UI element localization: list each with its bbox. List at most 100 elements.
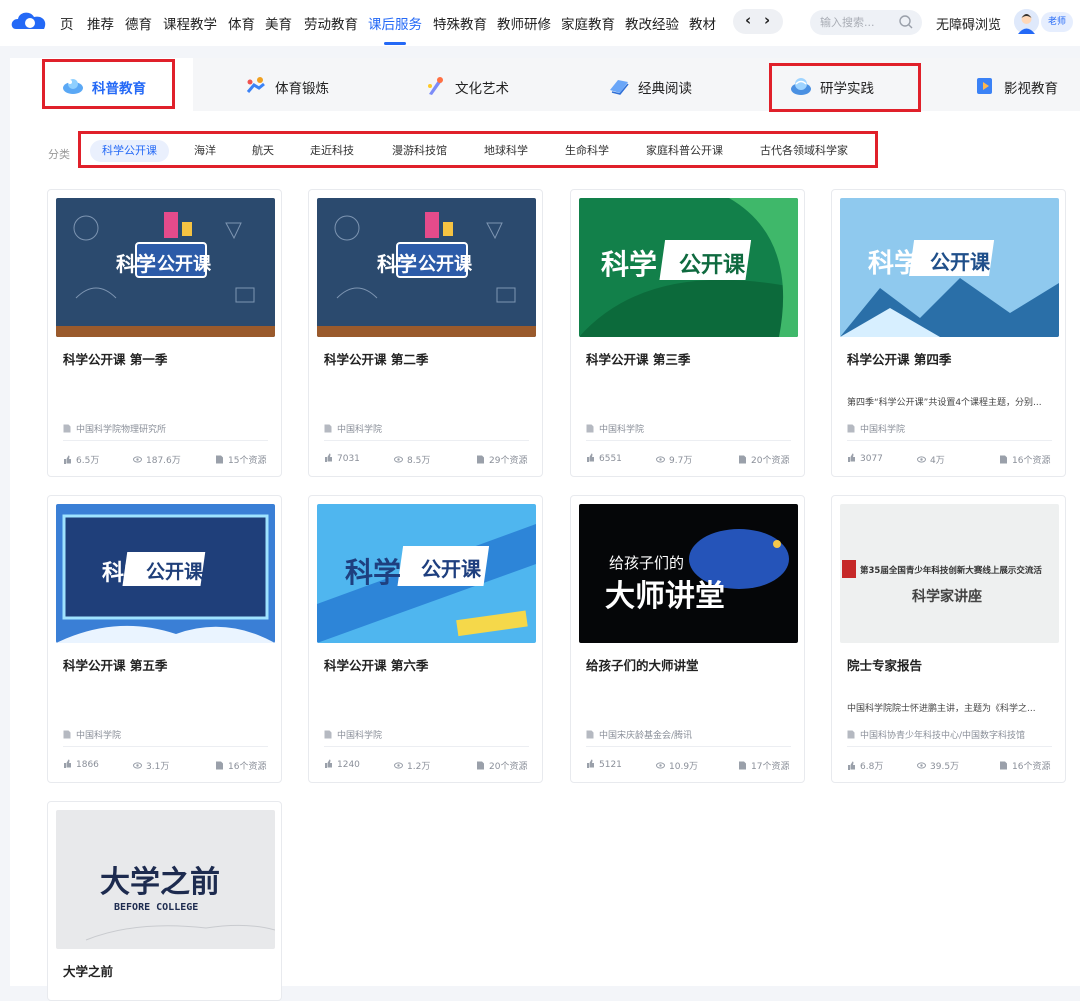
nav-scroll-controls: ‹ ›	[733, 9, 783, 34]
course-thumbnail[interactable]: 大学之前 BEFORE COLLEGE	[56, 810, 275, 949]
svg-text:公开课: 公开课	[418, 254, 473, 275]
card-divider	[63, 746, 268, 747]
publisher-name: 中国科协青少年科技中心/中国数字科技馆	[860, 731, 1026, 741]
course-thumbnail[interactable]: 科学 公开课	[317, 198, 536, 337]
avatar[interactable]	[1014, 9, 1039, 34]
tab-film-education[interactable]: 影视教育	[916, 58, 1080, 111]
course-card[interactable]: 科学 公开课 科学公开课 第六季中国科学院 1240 1.2万 20个资源	[308, 495, 543, 783]
course-thumbnail[interactable]: 第35届全国青少年科技创新大赛线上展示交流活 科学家讲座	[840, 504, 1059, 643]
chevron-left-icon[interactable]: ‹	[745, 11, 751, 29]
nav-item-textbooks[interactable]: 教材	[689, 13, 716, 33]
highlight-box-study-practice-tab	[769, 63, 921, 112]
publisher-name: 中国科学院	[337, 731, 383, 741]
course-publisher: 中国科学院	[324, 422, 382, 435]
like-count-value: 6.5万	[76, 456, 100, 466]
eye-icon	[917, 762, 926, 769]
search-icon[interactable]	[898, 14, 914, 30]
course-card[interactable]: 科学 公开课 科学公开课 第四季第四季“科学公开课”共设置4个课程主题，分别..…	[831, 189, 1066, 477]
view-count: 3.1万	[133, 759, 169, 772]
nav-item-labor[interactable]: 劳动教育	[304, 13, 358, 33]
svg-text:大师讲堂: 大师讲堂	[605, 579, 725, 614]
course-card[interactable]: 科学 公开课 科学公开课 第三季 中国科学院 6551 9.7万 20个资源	[570, 189, 805, 477]
nav-item-arts[interactable]: 美育	[265, 13, 292, 33]
svg-text:公开课: 公开课	[930, 250, 991, 274]
course-card[interactable]: 科学 公开课 科学公开课 第一季 中国科学院物理研究所 6.5万 187.6万 1…	[47, 189, 282, 477]
course-card[interactable]: 科学 公开课 科学公开课 第五季中国科学院 1866 3.1万 16个资源	[47, 495, 282, 783]
course-publisher: 中国科学院	[63, 728, 121, 741]
file-icon	[739, 761, 746, 770]
publisher-name: 中国科学院	[76, 731, 122, 741]
eye-icon	[917, 456, 926, 463]
course-card[interactable]: 给孩子们的 大师讲堂 给孩子们的大师讲堂 中国宋庆龄基金会/腾讯 5121 10.…	[570, 495, 805, 783]
like-icon	[848, 453, 855, 462]
nav-item-special-ed[interactable]: 特殊教育	[433, 13, 487, 33]
course-description: 第四季“科学公开课”共设置4个课程主题，分别...	[847, 398, 1042, 408]
chevron-right-icon[interactable]: ›	[764, 11, 770, 29]
highlight-box-science-tab	[42, 59, 175, 109]
nav-item-sports[interactable]: 体育	[228, 13, 255, 33]
nav-item-teacher-training[interactable]: 教师研修	[497, 13, 551, 33]
like-count: 6.8万	[847, 759, 883, 772]
like-count: 3077	[847, 453, 883, 464]
eye-icon	[394, 762, 403, 769]
course-title[interactable]: 科学公开课 第四季	[847, 349, 951, 368]
course-stats: 1240 1.2万 20个资源	[324, 759, 533, 772]
course-stats: 1866 3.1万 16个资源	[63, 759, 272, 772]
course-title[interactable]: 科学公开课 第六季	[324, 655, 428, 674]
tab-physical-exercise[interactable]: 体育锻炼	[193, 58, 373, 111]
course-title[interactable]: 大学之前	[63, 961, 113, 980]
card-divider	[586, 440, 791, 441]
view-count: 39.5万	[917, 759, 959, 772]
svg-text:科学: 科学	[868, 248, 920, 279]
document-icon	[847, 730, 855, 739]
course-title[interactable]: 科学公开课 第三季	[586, 349, 690, 368]
course-publisher: 中国科学院	[847, 422, 905, 435]
course-title[interactable]: 科学公开课 第五季	[63, 655, 167, 674]
course-card[interactable]: 科学 公开课 科学公开课 第二季 中国科学院 7031 8.5万 29个资源	[308, 189, 543, 477]
film-icon	[977, 78, 992, 94]
accessibility-link[interactable]: 无障碍浏览	[936, 14, 1001, 33]
resource-count: 17个资源	[738, 759, 789, 772]
nav-item-recommend[interactable]: 推荐	[87, 13, 114, 33]
nav-item-moral[interactable]: 德育	[125, 13, 152, 33]
course-thumbnail[interactable]: 科学 公开课	[579, 198, 798, 337]
course-card[interactable]: 大学之前 BEFORE COLLEGE 大学之前	[47, 801, 282, 1001]
card-divider	[63, 440, 268, 441]
course-card[interactable]: 第35届全国青少年科技创新大赛线上展示交流活 科学家讲座 院士专家报告 中国科学院…	[831, 495, 1066, 783]
resource-count-value: 20个资源	[489, 762, 528, 772]
course-thumbnail[interactable]: 科学 公开课	[317, 504, 536, 643]
publisher-name: 中国科学院	[337, 425, 383, 435]
tab-culture-art[interactable]: 文化艺术	[373, 58, 556, 111]
like-icon	[325, 453, 332, 462]
paintbrush-icon	[428, 77, 443, 95]
site-logo-icon[interactable]	[10, 9, 50, 35]
nav-item-family-ed[interactable]: 家庭教育	[561, 13, 615, 33]
svg-text:大学之前: 大学之前	[100, 865, 220, 900]
course-thumbnail[interactable]: 给孩子们的 大师讲堂	[579, 504, 798, 643]
nav-item-home[interactable]: 页	[60, 13, 74, 33]
tab-classic-reading[interactable]: 经典阅读	[556, 58, 738, 111]
nav-item-after-school[interactable]: 课后服务	[368, 13, 422, 33]
role-badge: 老师	[1041, 12, 1073, 32]
open-book-icon	[610, 80, 629, 95]
course-title[interactable]: 科学公开课 第二季	[324, 349, 428, 368]
course-title[interactable]: 科学公开课 第一季	[63, 349, 167, 368]
course-thumbnail[interactable]: 科学 公开课	[56, 504, 275, 643]
course-title[interactable]: 给孩子们的大师讲堂	[586, 655, 699, 674]
card-divider	[586, 746, 791, 747]
svg-text:第35届全国青少年科技创新大赛线上展示交流活: 第35届全国青少年科技创新大赛线上展示交流活	[860, 565, 1042, 576]
tab-label: 体育锻炼	[275, 81, 329, 97]
search-input[interactable]	[820, 14, 890, 30]
view-count-value: 8.5万	[407, 456, 431, 466]
svg-text:科学: 科学	[345, 556, 401, 589]
svg-text:BEFORE COLLEGE: BEFORE COLLEGE	[114, 902, 198, 913]
course-title[interactable]: 院士专家报告	[847, 655, 922, 674]
nav-item-curriculum[interactable]: 课程教学	[163, 13, 217, 33]
nav-item-reform[interactable]: 教改经验	[625, 13, 679, 33]
svg-text:公开课: 公开课	[146, 561, 204, 583]
like-count: 6.5万	[63, 453, 99, 466]
view-count: 4万	[917, 453, 945, 466]
course-thumbnail[interactable]: 科学 公开课	[56, 198, 275, 337]
course-thumbnail[interactable]: 科学 公开课	[840, 198, 1059, 337]
user-avatar-icon	[1014, 9, 1039, 34]
